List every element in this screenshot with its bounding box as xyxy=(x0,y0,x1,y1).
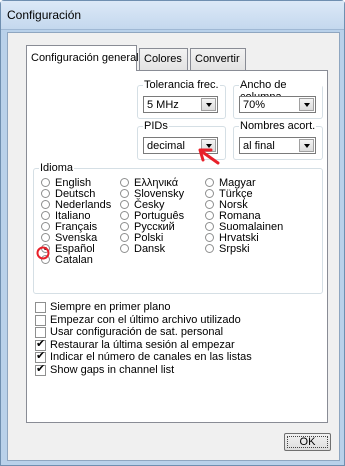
pids-label: PIDs xyxy=(143,120,169,132)
option-checkbox-label: Empezar con el último archivo utilizado xyxy=(50,313,241,326)
tab-colores[interactable]: Colores xyxy=(139,48,188,70)
radio-button[interactable] xyxy=(205,233,214,242)
pids-select[interactable]: decimal xyxy=(143,137,218,154)
pids-value: decimal xyxy=(147,140,185,152)
radio-button[interactable] xyxy=(120,211,129,220)
option-checkbox-label: Indicar el número de canales en las list… xyxy=(50,351,252,363)
option-checkbox-label: Restaurar la última sesión al empezar xyxy=(50,338,235,351)
checkbox[interactable] xyxy=(35,327,46,338)
radio-button[interactable] xyxy=(120,222,129,231)
radio-button[interactable] xyxy=(41,244,50,253)
idioma-option-label: Dansk xyxy=(134,243,166,255)
radio-button[interactable] xyxy=(41,222,50,231)
radio-button[interactable] xyxy=(205,200,214,209)
radio-button[interactable] xyxy=(120,200,129,209)
radio-button[interactable] xyxy=(41,178,50,187)
radio-button[interactable] xyxy=(41,233,50,242)
radio-button[interactable] xyxy=(41,211,50,220)
nombres-acort-group: Nombres acort. al final xyxy=(233,120,323,160)
settings-window: Configuración Configuración general Colo… xyxy=(0,0,345,466)
check-icon: ✔ xyxy=(36,337,46,350)
tolerancia-group: Tolerancia frec. 5 MHz xyxy=(137,79,226,119)
radio-button[interactable] xyxy=(120,178,129,187)
idioma-option-label: Srpski xyxy=(219,243,250,255)
tolerancia-select[interactable]: 5 MHz xyxy=(143,96,218,113)
dialog-client: Configuración general Colores Convertir … xyxy=(7,32,340,461)
nombres-acort-select[interactable]: al final xyxy=(239,137,316,154)
radio-button[interactable] xyxy=(41,200,50,209)
window-title: Configuración xyxy=(7,8,82,22)
pids-group: PIDs decimal xyxy=(137,120,226,160)
radio-button[interactable] xyxy=(205,178,214,187)
focus-outline xyxy=(287,436,328,448)
chevron-down-icon[interactable] xyxy=(201,139,216,152)
tab-convertir[interactable]: Convertir xyxy=(190,48,246,70)
option-checkbox-label: Siempre en primer plano xyxy=(50,301,171,313)
tab-label: Colores xyxy=(144,53,182,65)
check-icon: ✔ xyxy=(36,350,46,362)
title-bar[interactable]: Configuración xyxy=(1,1,344,30)
tolerancia-value: 5 MHz xyxy=(147,99,179,111)
checkbox[interactable]: ✔ xyxy=(35,362,46,376)
chevron-down-icon[interactable] xyxy=(299,98,314,111)
radio-button[interactable] xyxy=(205,189,214,198)
idioma-group: Idioma English Deutsch Nederlands Italiano F… xyxy=(33,162,323,294)
tab-label: Convertir xyxy=(195,53,240,65)
radio-button[interactable] xyxy=(120,233,129,242)
radio-button[interactable] xyxy=(205,211,214,220)
chevron-down-icon[interactable] xyxy=(201,98,216,111)
tab-configuracion-general[interactable]: Configuración general xyxy=(26,45,139,71)
option-checkbox-label: Show gaps in channel list xyxy=(50,363,175,376)
nombres-acort-label: Nombres acort. xyxy=(239,120,317,132)
radio-button[interactable] xyxy=(205,244,214,253)
tolerancia-label: Tolerancia frec. xyxy=(143,79,220,91)
checkbox[interactable]: ✔ xyxy=(35,350,46,363)
option-checkbox-label: Usar configuración de sat. personal xyxy=(50,326,224,338)
checkbox[interactable] xyxy=(35,314,46,326)
chevron-down-icon[interactable] xyxy=(299,139,314,152)
checkbox[interactable]: ✔ xyxy=(35,337,46,351)
ancho-columna-group: Ancho de columna 70% xyxy=(233,79,323,119)
ancho-columna-value: 70% xyxy=(243,99,266,111)
nombres-acort-value: al final xyxy=(243,140,275,152)
tab-panel-general: Tolerancia frec. 5 MHz Ancho de columna … xyxy=(26,70,328,423)
ok-button[interactable]: OK xyxy=(284,433,331,451)
idioma-option-label: Catalan xyxy=(55,254,93,266)
idioma-label: Idioma xyxy=(39,162,75,174)
tab-label: Configuración general xyxy=(31,52,139,64)
radio-button[interactable] xyxy=(41,255,50,264)
radio-button[interactable] xyxy=(120,189,129,198)
radio-button[interactable] xyxy=(120,244,129,253)
radio-button[interactable] xyxy=(205,222,214,231)
check-icon: ✔ xyxy=(36,362,46,375)
radio-button[interactable] xyxy=(41,189,50,198)
ancho-columna-select[interactable]: 70% xyxy=(239,96,316,113)
checkbox[interactable] xyxy=(35,302,46,313)
